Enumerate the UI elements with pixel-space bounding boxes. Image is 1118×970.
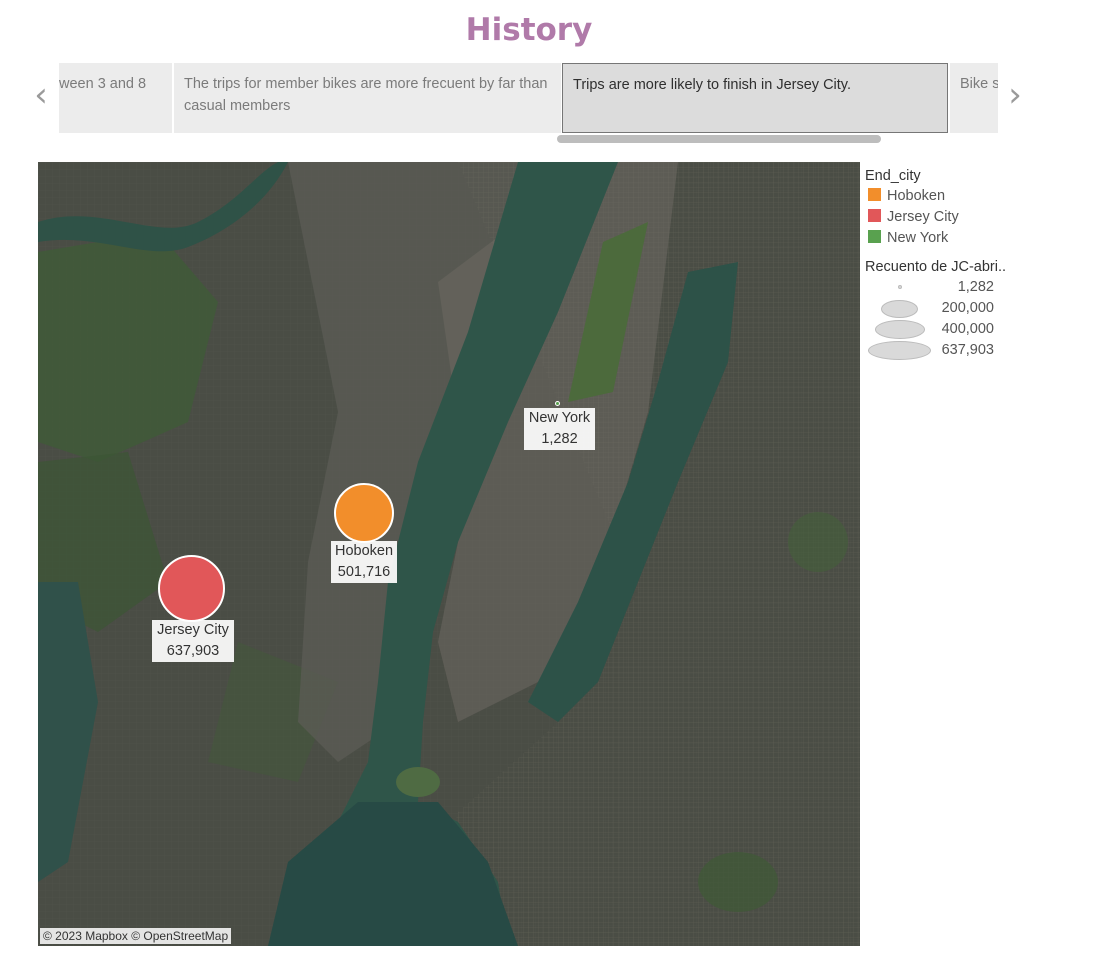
color-legend-title: End_city: [865, 168, 921, 184]
size-legend-row: 200,000: [865, 298, 1035, 319]
story-navigator: ween 3 and 8 The trips for member bikes …: [59, 63, 998, 133]
size-legend-label: 637,903: [941, 342, 994, 358]
page-title: History: [465, 12, 593, 48]
story-point-1[interactable]: ween 3 and 8: [59, 63, 172, 133]
legend-swatch-jersey-city: [868, 209, 881, 222]
legend-item-new-york[interactable]: New York: [865, 228, 1035, 249]
map-mark-jersey-city[interactable]: [158, 555, 225, 622]
legend-swatch-new-york: [868, 230, 881, 243]
legend: End_city Hoboken Jersey City New York Re…: [865, 166, 1035, 361]
story-point-4[interactable]: Bike s: [950, 63, 998, 133]
size-legend-label: 400,000: [941, 321, 994, 337]
size-legend-shape: [898, 285, 902, 289]
legend-swatch-hoboken: [868, 188, 881, 201]
map-label-jersey-city: Jersey City 637,903: [152, 620, 234, 662]
size-legend-shape: [868, 341, 931, 360]
legend-label-hoboken: Hoboken: [887, 188, 946, 204]
chevron-left-icon[interactable]: ‹: [31, 78, 51, 114]
satellite-background: [38, 162, 860, 946]
size-legend-row: 637,903: [865, 340, 1035, 361]
size-legend-label: 200,000: [941, 300, 994, 316]
map-label-new-york-city: New York: [528, 410, 591, 426]
size-legend-shape: [875, 320, 925, 339]
map-label-hoboken: Hoboken 501,716: [331, 541, 397, 583]
map-label-new-york: New York 1,282: [524, 408, 595, 450]
map-label-new-york-value: 1,282: [541, 431, 578, 447]
map-label-jersey-city-city: Jersey City: [157, 622, 229, 638]
size-legend-row: 400,000: [865, 319, 1035, 340]
map-mark-hoboken[interactable]: [334, 483, 394, 543]
satellite-map[interactable]: New York 1,282 Hoboken 501,716 Jersey Ci…: [38, 162, 860, 946]
story-scrollbar[interactable]: [557, 135, 881, 143]
size-legend-row: 1,282: [865, 277, 1035, 298]
map-label-jersey-city-value: 637,903: [166, 643, 220, 659]
chevron-right-icon[interactable]: ›: [1005, 78, 1025, 114]
legend-item-jersey-city[interactable]: Jersey City: [865, 207, 1035, 228]
size-legend-title: Recuento de JC-abri..: [865, 259, 1007, 275]
story-point-2[interactable]: The trips for member bikes are more frec…: [174, 63, 561, 133]
legend-item-hoboken[interactable]: Hoboken: [865, 186, 1035, 207]
map-attribution[interactable]: © 2023 Mapbox © OpenStreetMap: [40, 928, 232, 944]
map-label-hoboken-city: Hoboken: [334, 543, 394, 559]
story-point-3-selected[interactable]: Trips are more likely to finish in Jerse…: [562, 63, 948, 133]
map-label-hoboken-value: 501,716: [337, 564, 391, 580]
map-mark-new-york[interactable]: [555, 401, 560, 406]
legend-label-new-york: New York: [887, 230, 949, 246]
size-legend-label: 1,282: [957, 279, 994, 295]
legend-label-jersey-city: Jersey City: [887, 209, 959, 225]
size-legend-shape: [881, 300, 918, 318]
